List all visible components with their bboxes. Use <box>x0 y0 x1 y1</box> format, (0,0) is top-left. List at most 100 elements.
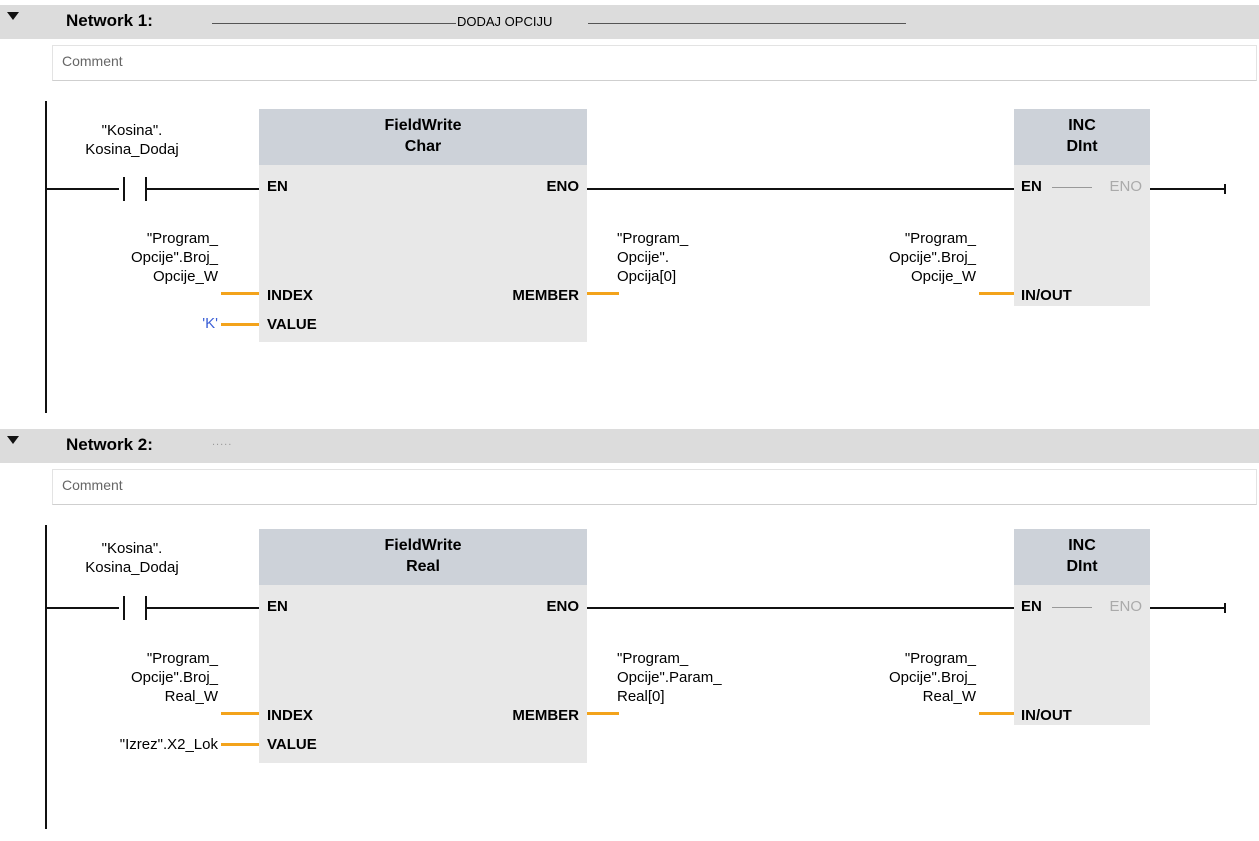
inc-block[interactable]: INC DInt EN ENO IN/OUT <box>1014 109 1150 306</box>
operand-line: Opcije".Broj_ <box>888 249 976 266</box>
operand-line: "Program_ <box>904 650 976 667</box>
block-header: INC DInt <box>1014 109 1150 165</box>
pin-value: VALUE <box>267 736 317 753</box>
operand-line: "Program_ <box>146 650 218 667</box>
block-type[interactable]: DInt <box>1014 558 1150 576</box>
operand-line: "Program_ <box>617 230 689 247</box>
operand-line: Real_W <box>164 688 218 705</box>
internal-connection <box>1052 187 1092 188</box>
block-header: INC DInt <box>1014 529 1150 585</box>
inc-block[interactable]: INC DInt EN ENO IN/OUT <box>1014 529 1150 725</box>
pin-inout: IN/OUT <box>1021 287 1072 304</box>
network-header[interactable]: Network 1: DODAJ OPCIJU <box>0 5 1259 39</box>
comment-field[interactable]: Comment <box>52 45 1257 81</box>
rung-wire <box>1150 188 1226 190</box>
pin-en: EN <box>1021 178 1042 195</box>
fieldwrite-block[interactable]: FieldWrite Char EN ENO INDEX VALUE MEMBE… <box>259 109 587 342</box>
network-description[interactable]: ..... <box>212 436 232 448</box>
network-title: Network 1: <box>66 11 153 30</box>
block-header: FieldWrite Char <box>259 109 587 165</box>
contact-operand-line: "Kosina". <box>101 540 163 557</box>
block-name: INC <box>1068 117 1096 134</box>
pin-eno: ENO <box>546 178 579 195</box>
pin-en: EN <box>267 178 288 195</box>
block-name: FieldWrite <box>384 537 462 554</box>
operand-line: Opcije".Broj_ <box>130 669 218 686</box>
param-wire <box>979 712 1014 715</box>
block-name: INC <box>1068 537 1096 554</box>
network-title: Network 2: <box>66 435 153 454</box>
comment-placeholder: Comment <box>62 477 123 493</box>
block-type[interactable]: Char <box>259 138 587 156</box>
comment-field[interactable]: Comment <box>52 469 1257 505</box>
pin-eno: ENO <box>546 598 579 615</box>
rung-wire <box>147 188 259 190</box>
title-divider <box>588 23 906 24</box>
member-operand[interactable]: "Program_ Opcije". Opcija[0] <box>617 229 777 286</box>
pin-value: VALUE <box>267 316 317 333</box>
operand-line: Opcije".Param_ <box>617 669 722 686</box>
value-operand[interactable]: 'K' <box>120 314 218 333</box>
pin-en: EN <box>267 598 288 615</box>
operand-line: Opcije".Broj_ <box>130 249 218 266</box>
rung-end <box>1224 184 1226 194</box>
rung-wire <box>587 188 1014 190</box>
block-type[interactable]: DInt <box>1014 138 1150 156</box>
operand-line: Opcija[0] <box>617 268 677 285</box>
param-wire <box>221 292 259 295</box>
rung-wire <box>587 607 1014 609</box>
param-wire <box>979 292 1014 295</box>
pin-member: MEMBER <box>512 287 579 304</box>
title-divider <box>212 23 456 24</box>
param-wire <box>221 323 259 326</box>
rung-wire <box>47 188 119 190</box>
operand-line: Opcije". <box>617 249 670 266</box>
block-type[interactable]: Real <box>259 558 587 576</box>
network-header[interactable]: Network 2: ..... <box>0 429 1259 463</box>
contact-operand[interactable]: "Kosina". Kosina_Dodaj <box>72 539 192 577</box>
member-operand[interactable]: "Program_ Opcije".Param_ Real[0] <box>617 649 777 706</box>
operand-line: "Program_ <box>146 230 218 247</box>
collapse-triangle-icon[interactable] <box>6 9 20 23</box>
pin-index: INDEX <box>267 287 313 304</box>
index-operand[interactable]: "Program_ Opcije".Broj_ Real_W <box>40 649 218 706</box>
value-operand[interactable]: "Izrez".X2_Lok <box>60 735 218 754</box>
rung-wire <box>147 607 259 609</box>
contact-operand-line: Kosina_Dodaj <box>85 559 179 576</box>
inout-operand[interactable]: "Program_ Opcije".Broj_ Real_W <box>800 649 976 706</box>
index-operand[interactable]: "Program_ Opcije".Broj_ Opcije_W <box>40 229 218 286</box>
block-name: FieldWrite <box>384 117 462 134</box>
network-description[interactable]: DODAJ OPCIJU <box>457 14 552 29</box>
pin-eno: ENO <box>1109 598 1142 615</box>
pin-member: MEMBER <box>512 707 579 724</box>
operand-line: Opcije_W <box>152 268 218 285</box>
pin-index: INDEX <box>267 707 313 724</box>
fieldwrite-block[interactable]: FieldWrite Real EN ENO INDEX VALUE MEMBE… <box>259 529 587 763</box>
operand-line: "Program_ <box>617 650 689 667</box>
network-2: Network 2: ..... Comment "Kosina". Kosin… <box>0 429 1259 841</box>
collapse-triangle-icon[interactable] <box>6 433 20 447</box>
contact-operand-line: Kosina_Dodaj <box>85 141 179 158</box>
block-header: FieldWrite Real <box>259 529 587 585</box>
operand-line: Opcije".Broj_ <box>888 669 976 686</box>
internal-connection <box>1052 607 1092 608</box>
pin-inout: IN/OUT <box>1021 707 1072 724</box>
param-wire <box>221 743 259 746</box>
param-wire <box>587 712 619 715</box>
param-wire <box>221 712 259 715</box>
contact-operand-line: "Kosina". <box>101 122 163 139</box>
comment-placeholder: Comment <box>62 53 123 69</box>
operand-line: Opcije_W <box>910 268 976 285</box>
param-wire <box>587 292 619 295</box>
pin-eno: ENO <box>1109 178 1142 195</box>
rung-wire <box>47 607 119 609</box>
contact-operand[interactable]: "Kosina". Kosina_Dodaj <box>72 121 192 159</box>
network-1: Network 1: DODAJ OPCIJU Comment "Kosina"… <box>0 5 1259 417</box>
rung-wire <box>1150 607 1226 609</box>
operand-line: Real[0] <box>617 688 665 705</box>
inout-operand[interactable]: "Program_ Opcije".Broj_ Opcije_W <box>800 229 976 286</box>
pin-en: EN <box>1021 598 1042 615</box>
operand-line: "Program_ <box>904 230 976 247</box>
rung-end <box>1224 603 1226 613</box>
operand-line: Real_W <box>922 688 976 705</box>
